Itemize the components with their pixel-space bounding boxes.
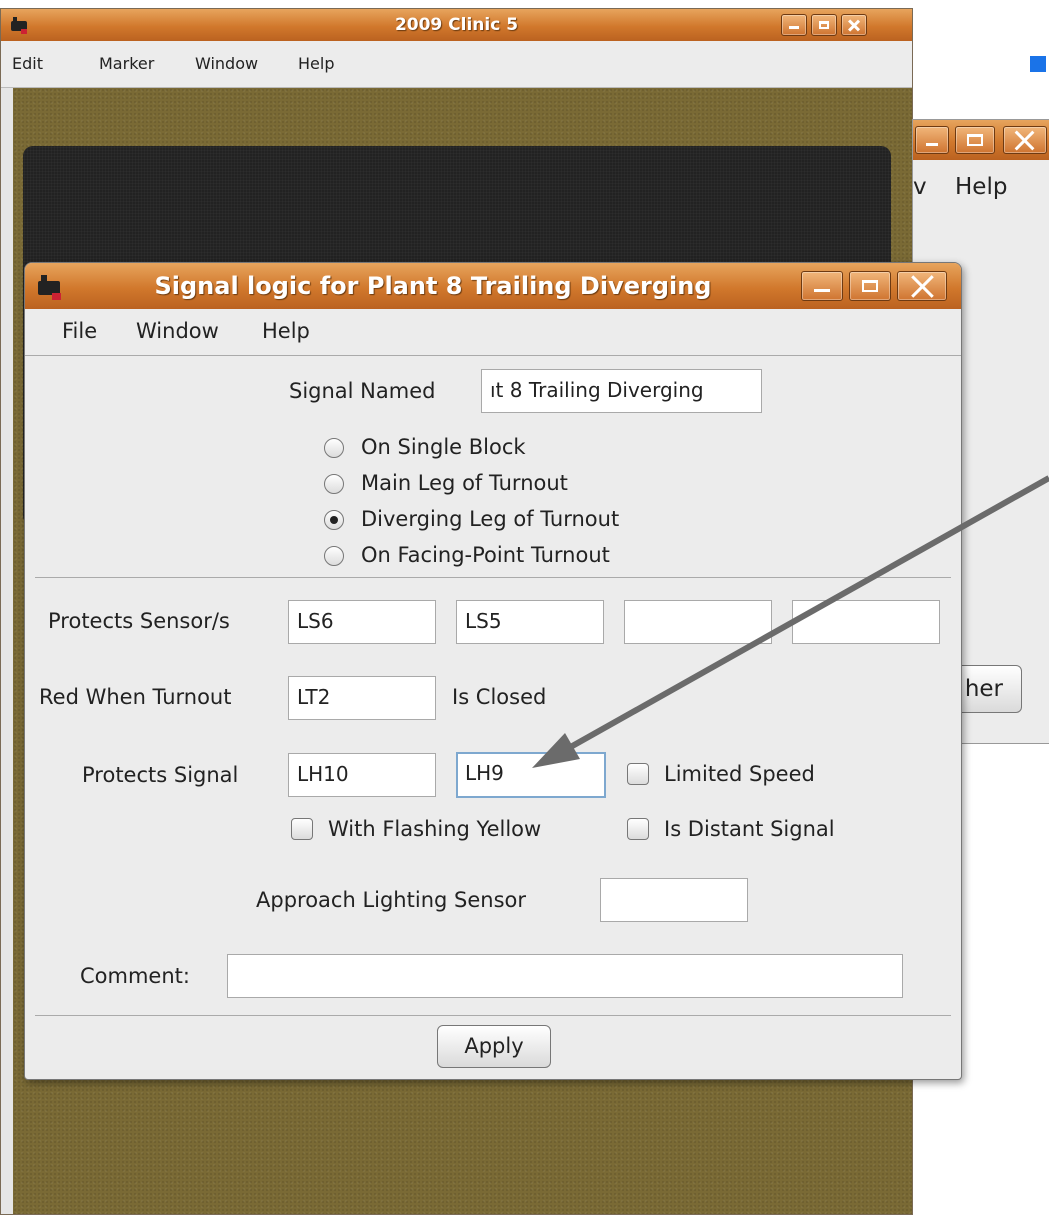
arrow-shaft [565, 475, 1049, 752]
annotation-arrow [532, 475, 1049, 768]
arrow-head [532, 733, 580, 768]
